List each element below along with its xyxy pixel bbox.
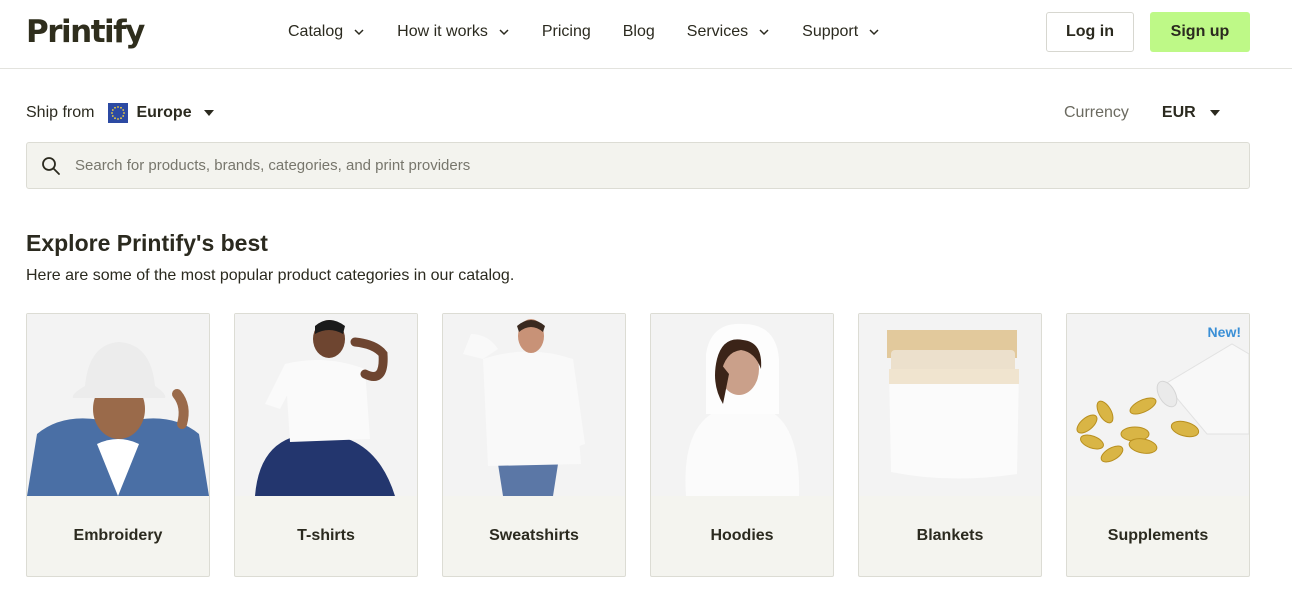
nav-catalog[interactable]: Catalog — [288, 23, 365, 41]
printify-logo[interactable]: Printify — [26, 12, 145, 52]
nav-services[interactable]: Services — [687, 23, 770, 41]
new-badge: New! — [1207, 324, 1241, 340]
nav-pricing[interactable]: Pricing — [542, 23, 591, 41]
category-card-embroidery[interactable]: Embroidery — [26, 313, 210, 577]
chevron-down-icon — [869, 29, 879, 36]
chevron-down-icon — [759, 29, 769, 36]
nav-pricing-label: Pricing — [541, 23, 591, 40]
main-nav: Catalog How it works Pricing Blog Servic… — [288, 0, 912, 64]
caret-down-icon — [203, 110, 214, 116]
nav-catalog-label: Catalog — [288, 23, 344, 40]
search-icon — [42, 156, 60, 175]
category-card-blankets[interactable]: Blankets — [858, 313, 1042, 577]
category-cards: Embroidery T-shirts Sweatshirts Hoodies … — [26, 313, 1274, 577]
embroidery-image — [27, 314, 209, 496]
hoodie-image — [651, 314, 833, 496]
nav-blog[interactable]: Blog — [623, 23, 655, 41]
login-button[interactable]: Log in — [1046, 12, 1134, 52]
currency-label: Currency — [1064, 104, 1129, 121]
category-label: Embroidery — [73, 527, 163, 544]
sweatshirt-image — [443, 314, 625, 496]
search-bar[interactable] — [26, 142, 1250, 189]
section-title: Explore Printify's best — [26, 230, 268, 256]
caret-down-icon — [1209, 110, 1220, 116]
category-card-supplements[interactable]: New! Supplements — [1066, 313, 1250, 577]
category-label: Blankets — [916, 527, 984, 544]
supplements-image — [1067, 314, 1249, 496]
category-label: Supplements — [1107, 527, 1209, 544]
category-label: Hoodies — [710, 527, 774, 544]
nav-services-label: Services — [686, 23, 749, 40]
nav-support-label: Support — [802, 23, 859, 40]
ship-from-value: Europe — [136, 104, 192, 121]
nav-how-it-works[interactable]: How it works — [397, 23, 510, 41]
signup-button[interactable]: Sign up — [1150, 12, 1250, 52]
category-card-hoodies[interactable]: Hoodies — [650, 313, 834, 577]
currency-selector[interactable]: Currency EUR — [1064, 100, 1220, 126]
nav-how-it-works-label: How it works — [397, 23, 488, 40]
eu-flag-icon — [108, 103, 129, 123]
blanket-image — [859, 314, 1041, 496]
tshirt-image — [235, 314, 417, 496]
section-subtitle: Here are some of the most popular produc… — [26, 267, 515, 284]
category-card-sweatshirts[interactable]: Sweatshirts — [442, 313, 626, 577]
chevron-down-icon — [499, 29, 509, 36]
ship-from-label: Ship from — [26, 104, 95, 121]
currency-value: EUR — [1161, 104, 1196, 121]
ship-from-selector[interactable]: Ship from Europe — [26, 100, 214, 126]
category-card-tshirts[interactable]: T-shirts — [234, 313, 418, 577]
chevron-down-icon — [354, 29, 364, 36]
nav-support[interactable]: Support — [802, 23, 880, 41]
category-label: T-shirts — [297, 527, 355, 544]
nav-blog-label: Blog — [622, 23, 655, 40]
category-label: Sweatshirts — [489, 527, 579, 544]
search-input[interactable] — [75, 157, 1175, 174]
site-header: Printify Catalog How it works Pricing Bl… — [0, 0, 1292, 69]
